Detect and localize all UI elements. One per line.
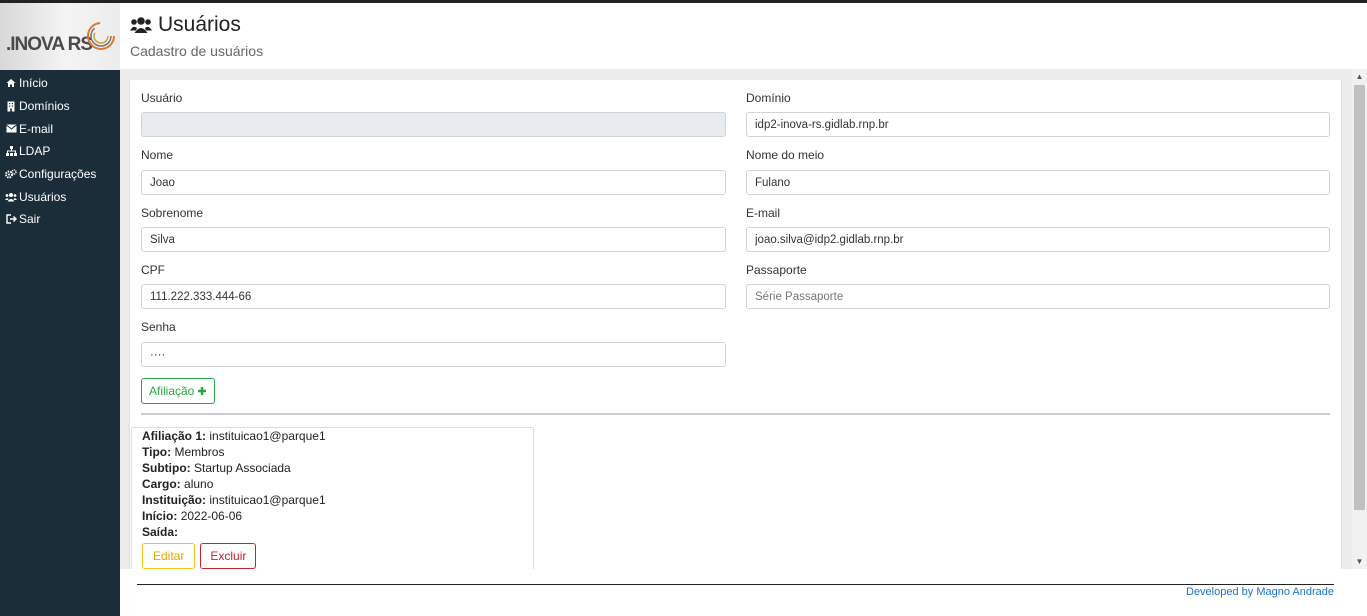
users-icon <box>130 17 152 33</box>
logo-swirl-icon <box>87 22 115 50</box>
main-content: Usuário Domínio Nome Nome do meio Sobren… <box>120 69 1352 569</box>
affiliation-key: Afiliação 1: <box>142 429 207 443</box>
affiliation-row: Início: 2022-06-06 <box>142 508 523 524</box>
affiliation-key: Início: <box>142 509 178 523</box>
affiliation-value: 2022-06-06 <box>180 509 243 523</box>
usuario-field[interactable] <box>141 112 726 137</box>
vertical-scrollbar[interactable]: ▲ ▼ <box>1352 69 1367 569</box>
affiliation-row: Cargo: aluno <box>142 476 523 492</box>
sobrenome-label: Sobrenome <box>141 206 204 220</box>
affiliation-value: Membros <box>174 445 225 459</box>
building-icon <box>5 100 17 112</box>
usuario-label: Usuário <box>141 91 183 105</box>
senha-label: Senha <box>141 320 176 334</box>
sobrenome-field[interactable] <box>141 227 726 252</box>
footer: Developed by Magno Andrade <box>120 569 1367 616</box>
sidebar-item-label: Domínios <box>19 99 70 114</box>
affiliation-key: Saída: <box>142 525 179 539</box>
sidebar-item-label: E-mail <box>19 121 54 136</box>
sidebar-item-configuracoes[interactable]: Configurações <box>0 163 120 186</box>
user-form-card: Usuário Domínio Nome Nome do meio Sobren… <box>130 80 1341 569</box>
sidebar-item-label: LDAP <box>19 144 51 159</box>
affiliation-value: instituicao1@parque1 <box>209 429 326 443</box>
sidebar-item-label: Configurações <box>19 167 97 182</box>
sidebar: .INOVA RS Início Domínios E-mail LDAP Co… <box>0 3 120 616</box>
page-title-text: Usuários <box>158 13 241 36</box>
sidebar-item-inicio[interactable]: Início <box>0 72 120 95</box>
passaporte-field[interactable] <box>746 284 1330 309</box>
divider <box>141 413 1330 415</box>
footer-divider <box>137 584 1334 585</box>
envelope-icon <box>5 123 17 135</box>
sidebar-nav: Início Domínios E-mail LDAP Configuraçõe… <box>0 70 120 231</box>
affiliation-value: Startup Associada <box>194 461 291 475</box>
cpf-label: CPF <box>141 263 165 277</box>
users-icon <box>5 191 17 203</box>
passaporte-label: Passaporte <box>746 263 807 277</box>
affiliation-row: Tipo: Membros <box>142 444 523 460</box>
affiliation-value: instituicao1@parque1 <box>209 493 326 507</box>
page-title: Usuários <box>130 13 241 37</box>
sidebar-item-sair[interactable]: Sair <box>0 208 120 231</box>
sidebar-item-label: Sair <box>19 212 41 227</box>
scrollbar-thumb[interactable] <box>1354 85 1365 510</box>
sidebar-item-ldap[interactable]: LDAP <box>0 140 120 163</box>
nome-meio-field[interactable] <box>746 170 1330 195</box>
nome-label: Nome <box>141 148 174 162</box>
affiliation-key: Tipo: <box>142 445 172 459</box>
affiliation-key: Instituição: <box>142 493 207 507</box>
affiliation-actions: Editar Excluir <box>142 543 523 569</box>
plus-icon <box>198 387 207 395</box>
sidebar-item-dominios[interactable]: Domínios <box>0 95 120 118</box>
affiliation-card: Afiliação 1: instituicao1@parque1 Tipo: … <box>131 427 534 569</box>
sidebar-item-label: Usuários <box>19 189 67 204</box>
cpf-field[interactable] <box>141 284 726 309</box>
edit-affiliation-button[interactable]: Editar <box>142 543 196 569</box>
sidebar-item-usuarios[interactable]: Usuários <box>0 185 120 208</box>
affiliation-value: aluno <box>184 477 214 491</box>
footer-credit-link[interactable]: Developed by Magno Andrade <box>1186 586 1334 598</box>
scroll-up-arrow-icon[interactable]: ▲ <box>1352 69 1367 84</box>
affiliation-row: Subtipo: Startup Associada <box>142 460 523 476</box>
logo-text: .INOVA RS <box>6 34 93 55</box>
email-field[interactable] <box>746 227 1330 252</box>
affiliation-row: Instituição: instituicao1@parque1 <box>142 492 523 508</box>
page-header: Usuários Cadastro de usuários <box>120 3 1367 69</box>
email-label: E-mail <box>746 206 781 220</box>
sidebar-item-email[interactable]: E-mail <box>0 117 120 140</box>
logo[interactable]: .INOVA RS <box>0 3 120 70</box>
sidebar-item-label: Início <box>19 76 48 91</box>
add-afiliacao-button[interactable]: Afiliação <box>141 378 216 404</box>
delete-affiliation-button[interactable]: Excluir <box>200 543 257 569</box>
cogs-icon <box>5 168 17 180</box>
senha-field[interactable] <box>141 342 726 367</box>
page-subtitle: Cadastro de usuários <box>130 43 264 59</box>
dominio-field[interactable] <box>746 112 1330 137</box>
dominio-label: Domínio <box>746 91 791 105</box>
add-afiliacao-label: Afiliação <box>149 384 195 398</box>
affiliation-row: Saída: <box>142 524 523 540</box>
affiliation-row: Afiliação 1: instituicao1@parque1 <box>142 428 523 444</box>
sign-out-icon <box>5 213 17 225</box>
affiliation-key: Subtipo: <box>142 461 191 475</box>
nome-meio-label: Nome do meio <box>746 148 825 162</box>
sitemap-icon <box>5 145 17 157</box>
nome-field[interactable] <box>141 170 726 195</box>
scroll-down-arrow-icon[interactable]: ▼ <box>1352 554 1367 569</box>
home-icon <box>5 77 17 89</box>
affiliation-key: Cargo: <box>142 477 181 491</box>
